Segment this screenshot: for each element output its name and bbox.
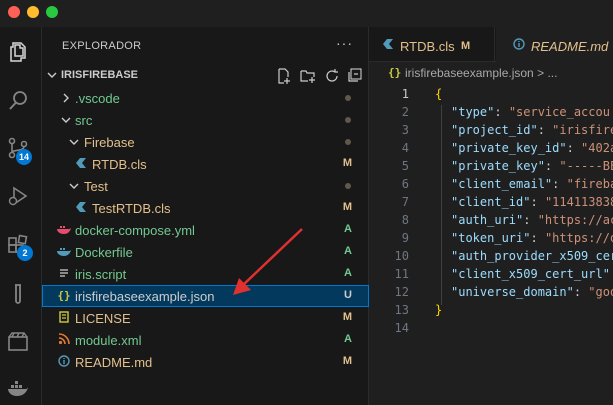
annotation-arrow bbox=[233, 228, 303, 295]
